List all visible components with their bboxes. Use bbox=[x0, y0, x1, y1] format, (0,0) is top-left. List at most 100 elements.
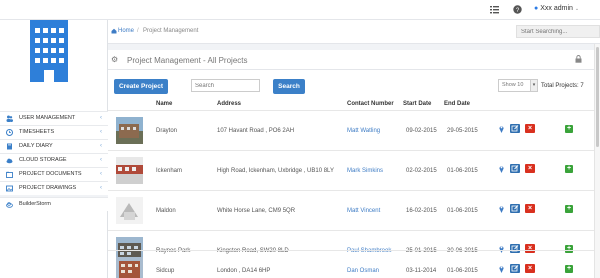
project-contact[interactable]: Matt Vincent bbox=[347, 208, 380, 214]
project-start-date: 03-11-2014 bbox=[406, 268, 437, 274]
cloud-icon bbox=[6, 157, 13, 164]
page-scrollbar[interactable] bbox=[594, 44, 600, 278]
edit-icon[interactable] bbox=[510, 264, 520, 273]
project-end-date: 01-06-2015 bbox=[447, 268, 478, 274]
map-pin-icon[interactable] bbox=[499, 205, 504, 213]
list-icon[interactable] bbox=[490, 5, 499, 14]
project-name[interactable]: Sidcup bbox=[156, 268, 174, 274]
project-contact[interactable]: Matt Watling bbox=[347, 128, 380, 134]
delete-icon[interactable]: × bbox=[525, 124, 535, 133]
global-search-input[interactable] bbox=[516, 25, 600, 38]
project-thumbnail bbox=[116, 117, 143, 144]
sidebar-item-daily-diary[interactable]: DAILY DIARY ‹ bbox=[0, 139, 108, 153]
project-address: 107 Havant Road , PO6 2AH bbox=[217, 128, 295, 134]
project-name[interactable]: Maldon bbox=[156, 208, 176, 214]
image-icon bbox=[6, 185, 13, 192]
project-start-date: 16-02-2015 bbox=[406, 208, 437, 214]
user-icon: ● bbox=[534, 5, 539, 12]
cloud-brand-icon bbox=[6, 201, 13, 208]
project-address: High Road, Ickenham, Uxbridge , UB10 8LY bbox=[217, 168, 334, 174]
delete-icon[interactable]: × bbox=[525, 204, 535, 213]
chevron-left-icon: ‹ bbox=[100, 129, 102, 135]
project-thumbnail bbox=[116, 257, 143, 278]
column-header-name[interactable]: Name bbox=[156, 101, 172, 107]
project-end-date: 01-06-2015 bbox=[447, 208, 478, 214]
add-icon[interactable]: + bbox=[565, 125, 573, 133]
page-size-select[interactable]: Show 10 ▾ bbox=[498, 79, 538, 92]
page-size-value: Show 10 bbox=[502, 82, 524, 88]
column-header-start-date[interactable]: Start Date bbox=[403, 101, 431, 107]
total-projects-count: Total Projects: 7 bbox=[541, 83, 584, 89]
map-pin-icon[interactable] bbox=[499, 265, 504, 273]
column-header-address[interactable]: Address bbox=[217, 101, 241, 107]
add-icon[interactable]: + bbox=[565, 165, 573, 173]
project-search-input[interactable] bbox=[191, 79, 260, 92]
create-project-button[interactable]: Create Project bbox=[114, 79, 168, 94]
user-menu[interactable]: ● Xxx admin ⌄ bbox=[534, 5, 579, 12]
lock-icon[interactable] bbox=[575, 55, 582, 63]
column-header-contact[interactable]: Contact Number bbox=[347, 101, 394, 107]
help-icon[interactable]: ? bbox=[513, 5, 522, 14]
users-icon bbox=[6, 115, 13, 122]
sidebar-item-builderstorm[interactable]: BuilderStorm bbox=[0, 197, 108, 211]
column-header-end-date[interactable]: End Date bbox=[444, 101, 470, 107]
edit-icon[interactable] bbox=[510, 204, 520, 213]
panel-header: ⚙ Project Management - All Projects bbox=[108, 50, 594, 70]
table-row: Drayton 107 Havant Road , PO6 2AH Matt W… bbox=[108, 110, 594, 150]
gear-icon[interactable]: ⚙ bbox=[111, 56, 118, 64]
project-end-date: 01-06-2015 bbox=[447, 168, 478, 174]
table-row: Sidcup London , DA14 6HP Dan Osman 03-11… bbox=[108, 250, 594, 278]
sidebar-item-project-documents[interactable]: PROJECT DOCUMENTS ‹ bbox=[0, 167, 108, 181]
project-address: London , DA14 6HP bbox=[217, 268, 271, 274]
book-icon bbox=[6, 143, 13, 150]
home-icon bbox=[111, 28, 117, 34]
sidebar-item-project-drawings[interactable]: PROJECT DRAWINGS ‹ bbox=[0, 181, 108, 195]
breadcrumb-current: Project Management bbox=[143, 28, 199, 34]
delete-icon[interactable]: × bbox=[525, 164, 535, 173]
chevron-left-icon: ‹ bbox=[100, 171, 102, 177]
table-row: Maldon White Horse Lane, CM9 5QR Matt Vi… bbox=[108, 190, 594, 230]
breadcrumb: Home / Project Management bbox=[108, 20, 600, 44]
project-start-date: 09-02-2015 bbox=[406, 128, 437, 134]
chevron-left-icon: ‹ bbox=[100, 185, 102, 191]
sidebar-item-label: USER MANAGEMENT bbox=[19, 115, 76, 121]
breadcrumb-home-link[interactable]: Home bbox=[118, 28, 134, 34]
project-contact[interactable]: Dan Osman bbox=[347, 268, 379, 274]
sidebar-nav: USER MANAGEMENT ‹ TIMESHEETS ‹ DAILY DIA… bbox=[0, 111, 108, 211]
project-name[interactable]: Ickenham bbox=[156, 168, 182, 174]
map-pin-icon[interactable] bbox=[499, 125, 504, 133]
add-icon[interactable]: + bbox=[565, 205, 573, 213]
sidebar-item-label: TIMESHEETS bbox=[19, 129, 55, 135]
project-name[interactable]: Drayton bbox=[156, 128, 177, 134]
sidebar-item-cloud-storage[interactable]: CLOUD STORAGE ‹ bbox=[0, 153, 108, 167]
sidebar-item-label: BuilderStorm bbox=[19, 201, 51, 207]
sidebar-item-label: PROJECT DRAWINGS bbox=[19, 185, 77, 191]
sidebar-item-label: DAILY DIARY bbox=[19, 143, 53, 149]
add-icon[interactable]: + bbox=[565, 265, 573, 273]
scrollbar-thumb[interactable] bbox=[596, 47, 599, 147]
folder-icon bbox=[6, 171, 13, 178]
breadcrumb-separator: / bbox=[137, 28, 139, 34]
project-thumbnail bbox=[116, 197, 143, 224]
project-end-date: 29-05-2015 bbox=[447, 128, 478, 134]
delete-icon[interactable]: × bbox=[525, 264, 535, 273]
user-name: Xxx admin bbox=[540, 5, 573, 12]
edit-icon[interactable] bbox=[510, 124, 520, 133]
chevron-left-icon: ‹ bbox=[100, 157, 102, 163]
project-thumbnail bbox=[116, 157, 143, 184]
search-button[interactable]: Search bbox=[273, 79, 305, 94]
map-pin-icon[interactable] bbox=[499, 165, 504, 173]
chevron-left-icon: ‹ bbox=[100, 115, 102, 121]
sidebar-item-user-management[interactable]: USER MANAGEMENT ‹ bbox=[0, 111, 108, 125]
project-start-date: 02-02-2015 bbox=[406, 168, 437, 174]
sidebar-item-timesheets[interactable]: TIMESHEETS ‹ bbox=[0, 125, 108, 139]
chevron-down-icon: ⌄ bbox=[574, 6, 580, 12]
sidebar-item-label: PROJECT DOCUMENTS bbox=[19, 171, 82, 177]
sidebar-item-label: CLOUD STORAGE bbox=[19, 157, 67, 163]
project-contact[interactable]: Mark Simkins bbox=[347, 168, 383, 174]
edit-icon[interactable] bbox=[510, 164, 520, 173]
sidebar: USER MANAGEMENT ‹ TIMESHEETS ‹ DAILY DIA… bbox=[0, 20, 108, 278]
building-icon bbox=[27, 20, 71, 82]
chevron-left-icon: ‹ bbox=[100, 143, 102, 149]
table-row: Ickenham High Road, Ickenham, Uxbridge ,… bbox=[108, 150, 594, 190]
